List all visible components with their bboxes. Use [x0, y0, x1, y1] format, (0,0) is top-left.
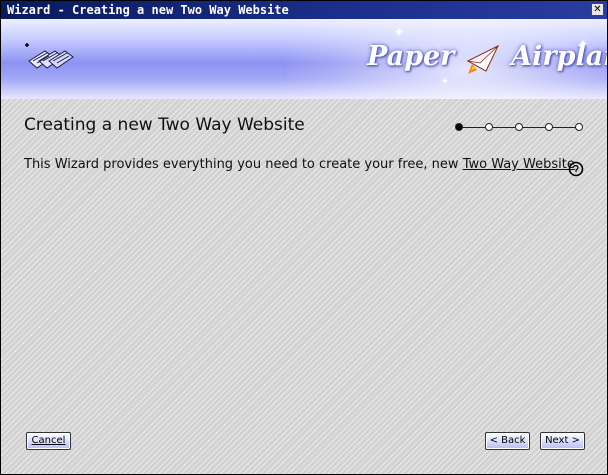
paper-airplane-logo-icon — [466, 44, 499, 74]
sparkle-icon: ✦ — [441, 77, 449, 87]
title-bar[interactable]: Wizard - Creating a new Two Way Website … — [1, 1, 607, 19]
cancel-label: Cancel — [31, 435, 66, 446]
brand-logo: Paper Airplane — [367, 41, 607, 81]
window-title: Wizard - Creating a new Two Way Website — [7, 3, 289, 17]
description-prefix: This Wizard provides everything you need… — [24, 157, 463, 172]
back-label: < Back — [489, 435, 526, 446]
wizard-pages-icon — [25, 43, 74, 69]
wizard-banner: Paper Airplane ✦ ✦ ✦ — [1, 19, 607, 99]
close-icon: ✕ — [593, 4, 602, 15]
step-dot-5 — [575, 123, 583, 131]
step-dot-2 — [485, 123, 493, 131]
step-dot-3 — [515, 123, 523, 131]
next-label: Next > — [545, 435, 580, 446]
back-button[interactable]: < Back — [485, 432, 530, 450]
step-dot-4 — [545, 123, 553, 131]
cancel-button[interactable]: Cancel — [26, 432, 71, 450]
brand-name-left: Paper — [367, 41, 455, 72]
sparkle-icon: ✦ — [578, 37, 589, 51]
two-way-website-link[interactable]: Two Way Website — [463, 157, 575, 172]
wizard-window: Wizard - Creating a new Two Way Website … — [0, 0, 608, 475]
step-dot-1 — [455, 123, 463, 131]
page-title: Creating a new Two Way Website — [24, 115, 305, 135]
next-button[interactable]: Next > — [540, 432, 585, 450]
step-indicator — [453, 121, 587, 135]
brand-name-right: Airplane — [511, 41, 607, 72]
cursor-icon — [568, 161, 584, 177]
close-button[interactable]: ✕ — [591, 3, 604, 16]
wizard-content: Creating a new Two Way Website This Wiza… — [1, 99, 607, 474]
description-text: This Wizard provides everything you need… — [24, 157, 575, 172]
sparkle-icon: ✦ — [394, 25, 405, 39]
